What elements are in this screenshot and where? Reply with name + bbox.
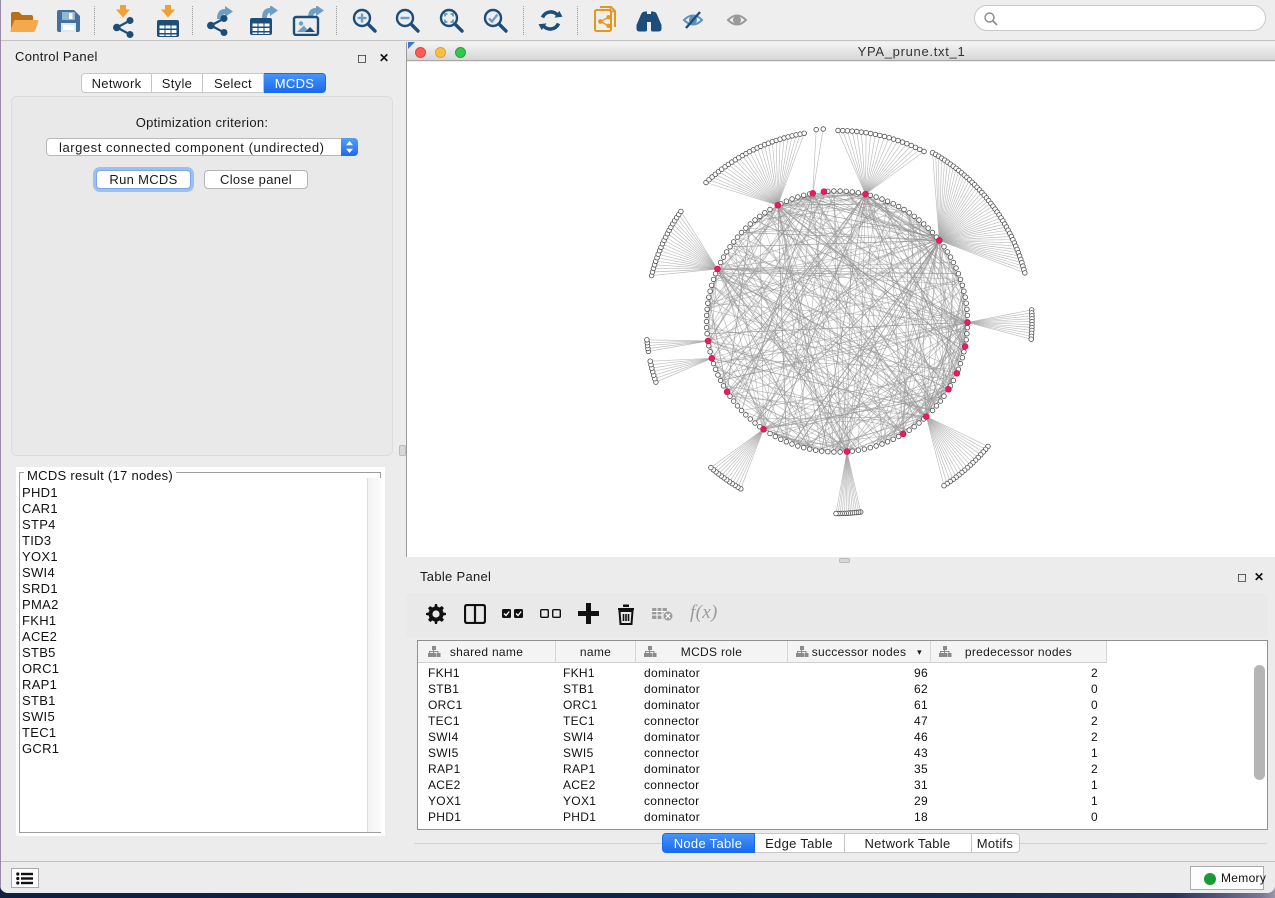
svg-text:f(x): f(x) [690,602,718,623]
